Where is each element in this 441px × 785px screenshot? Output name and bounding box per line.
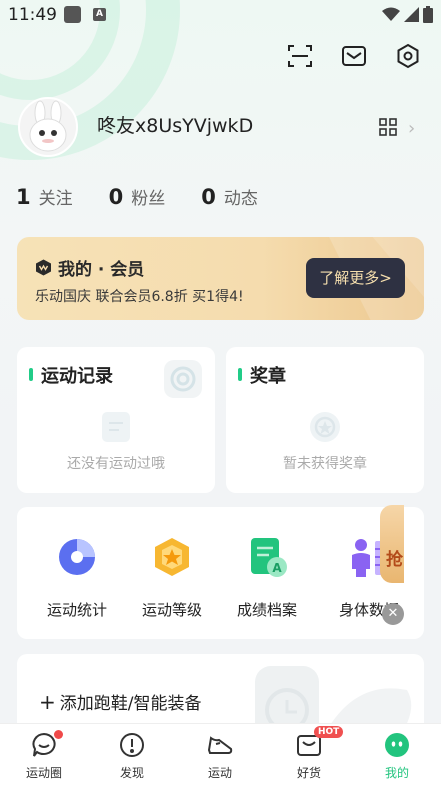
vip-crown-icon [36,259,51,276]
level-badge-icon [155,538,189,576]
stat-value: 0 [201,185,216,209]
tab-label: 发现 [119,766,144,780]
stat-following[interactable]: 1 关注 [16,184,73,209]
battery-icon [423,6,433,23]
shop-icon: HOT [296,726,344,758]
keyboard-a-icon: A [93,8,106,21]
close-icon[interactable]: ✕ [382,603,404,625]
medals-title: 奖章 [250,366,286,387]
tool-sport-level[interactable]: 运动等级 [122,535,222,620]
profile-screen: 11:49 A 咚友x8UsYVjwkD › 1 关注 0 粉丝 0 动态 我的… [0,0,441,785]
avatar-image [29,100,67,152]
sport-records-card[interactable]: 运动记录 还没有运动过哦 [17,347,215,493]
stat-followers[interactable]: 0 粉丝 [109,184,166,209]
tool-body-data[interactable]: 身体数据 [319,535,419,620]
tab-label: 运动圈 [25,766,62,780]
stats-pie-icon [59,539,95,575]
tool-label: 运动等级 [141,601,202,619]
top-actions [287,43,421,69]
plus-icon: + [39,690,56,714]
tool-label: 运动统计 [46,601,107,619]
stat-label: 动态 [223,189,258,209]
status-indicators [382,6,433,23]
record-file-icon: A [251,538,287,577]
qr-code-icon[interactable] [379,118,397,136]
tools-panel: 运动统计 运动等级 A 成绩档案 身体数据 [17,507,424,639]
records-title: 运动记录 [41,366,113,387]
add-device-text: 添加跑鞋/智能装备 [59,694,202,714]
card-accent-bar [238,368,242,381]
username[interactable]: 咚友x8UsYVjwkD [97,111,253,138]
add-device-label: + 添加跑鞋/智能装备 [39,689,202,714]
vip-subtitle: 乐动国庆 联合会员6.8折 买1得4! [35,289,244,305]
records-empty-text: 还没有运动过哦 [67,456,165,472]
wifi-icon [382,7,400,21]
settings-icon[interactable] [395,43,421,69]
vip-title: 我的 · 会员 [58,260,145,280]
me-face-icon [384,732,410,758]
chat-bubble-icon [31,730,63,758]
notification-dot [54,730,63,739]
stat-value: 1 [16,185,31,209]
stat-posts[interactable]: 0 动态 [201,184,258,209]
medals-empty-text: 暂未获得奖章 [283,456,367,472]
notification-icon [64,6,81,23]
medals-card[interactable]: 奖章 暂未获得奖章 [226,347,424,493]
tab-discover[interactable]: 发现 [102,732,162,781]
mail-icon[interactable] [341,43,367,69]
tool-sport-stats[interactable]: 运动统计 [27,535,127,620]
target-ring-icon [164,360,202,398]
scan-icon[interactable] [287,43,313,69]
compass-icon [119,732,145,758]
avatar[interactable] [18,97,78,157]
vip-banner[interactable]: 我的 · 会员 乐动国庆 联合会员6.8折 买1得4! 了解更多> [17,237,424,320]
tab-label: 运动 [207,766,232,780]
status-time: 11:49 [8,5,57,25]
tool-label: 成绩档案 [236,601,297,619]
chevron-right-icon[interactable]: › [408,118,415,139]
status-bar: 11:49 A [0,0,441,30]
tab-sport[interactable]: 运动 [190,732,250,781]
tool-records-archive[interactable]: A 成绩档案 [217,535,317,620]
tab-label: 我的 [384,766,409,780]
empty-medal-icon [310,412,340,442]
tab-sport-circle[interactable]: 运动圈 [14,730,74,781]
bottom-tab-bar: 运动圈 发现 运动 HOT 好货 我的 [0,723,441,785]
tab-label: 好货 [296,766,321,780]
stat-value: 0 [108,185,124,209]
follow-stats: 1 关注 0 粉丝 0 动态 [16,184,294,209]
svg-text:A: A [272,561,282,575]
tool-label: 身体数据 [338,601,399,619]
vip-learn-more-button[interactable]: 了解更多> [306,258,405,298]
tab-shop[interactable]: HOT 好货 [279,726,344,781]
signal-icon [404,7,419,22]
empty-record-icon [102,412,130,442]
card-accent-bar [29,368,33,381]
tab-mine[interactable]: 我的 [367,732,427,781]
shoe-icon [207,732,233,758]
vip-title-row: 我的 · 会员 [35,255,144,280]
stat-label: 粉丝 [131,189,166,209]
grab-promo-tab[interactable]: 抢 [380,505,404,583]
stat-label: 关注 [38,189,73,209]
hot-badge: HOT [314,726,344,738]
